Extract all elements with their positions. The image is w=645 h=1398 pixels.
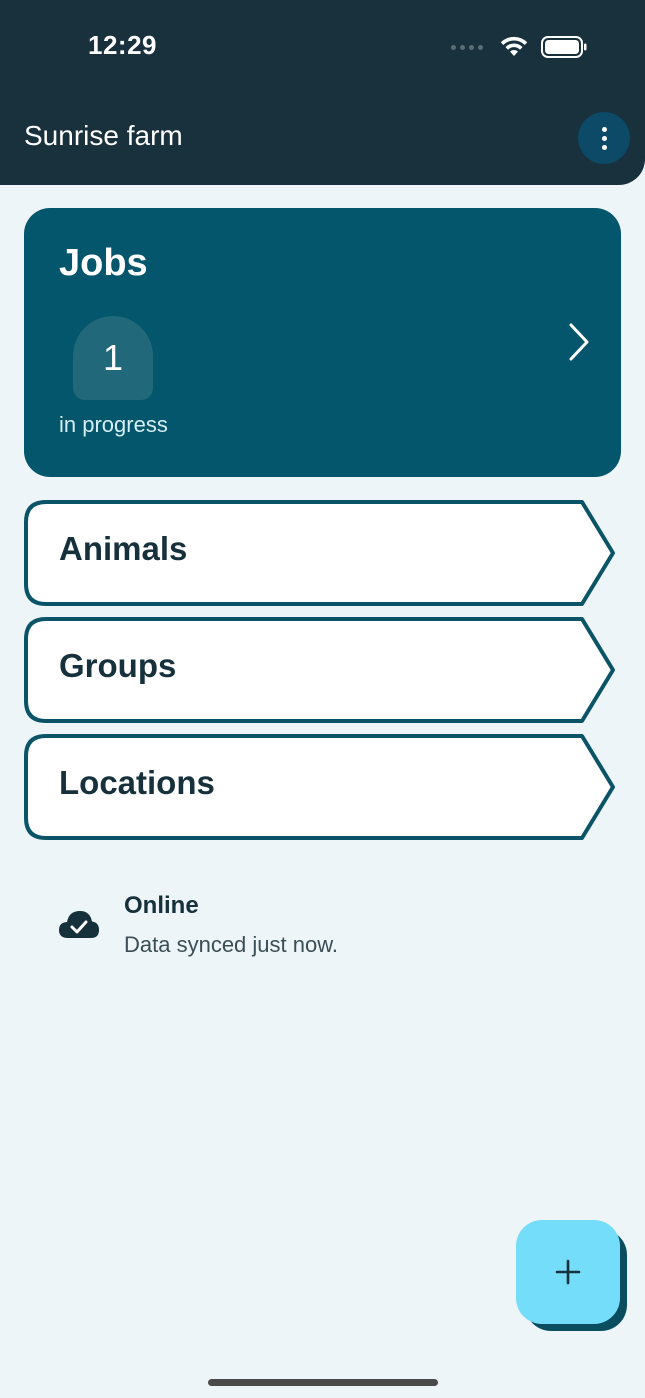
battery-icon (541, 36, 587, 58)
sync-status-detail: Data synced just now. (124, 932, 339, 957)
jobs-count-badge: 1 (73, 316, 153, 400)
jobs-status-label: in progress (59, 412, 168, 437)
status-time: 12:29 (88, 30, 157, 60)
app-header: 12:29 Sunrise farm (0, 0, 645, 185)
more-vertical-icon (601, 126, 607, 132)
animals-label: Animals (59, 530, 188, 567)
app-screen: 12:29 Sunrise farm Jobs 1 in progress An… (0, 0, 645, 1398)
cellular-signal-icon (451, 44, 483, 50)
jobs-count: 1 (102, 337, 124, 378)
jobs-title: Jobs (59, 242, 148, 284)
plus-icon (555, 1259, 581, 1285)
cloud-check-icon (59, 911, 99, 938)
more-options-button[interactable] (578, 112, 630, 164)
home-indicator (208, 1379, 438, 1386)
locations-card[interactable]: Locations (24, 734, 616, 840)
groups-label: Groups (59, 647, 177, 684)
sync-status: Online Data synced just now. (58, 890, 518, 970)
chevron-right-icon (569, 323, 589, 361)
add-button[interactable] (516, 1220, 620, 1324)
locations-label: Locations (59, 764, 215, 801)
wifi-icon (500, 36, 528, 56)
groups-card[interactable]: Groups (24, 617, 616, 723)
sync-status-title: Online (124, 892, 199, 919)
status-icons (451, 36, 587, 58)
jobs-card[interactable]: Jobs 1 in progress (24, 208, 621, 477)
animals-card[interactable]: Animals (24, 500, 616, 606)
page-title: Sunrise farm (24, 120, 183, 151)
